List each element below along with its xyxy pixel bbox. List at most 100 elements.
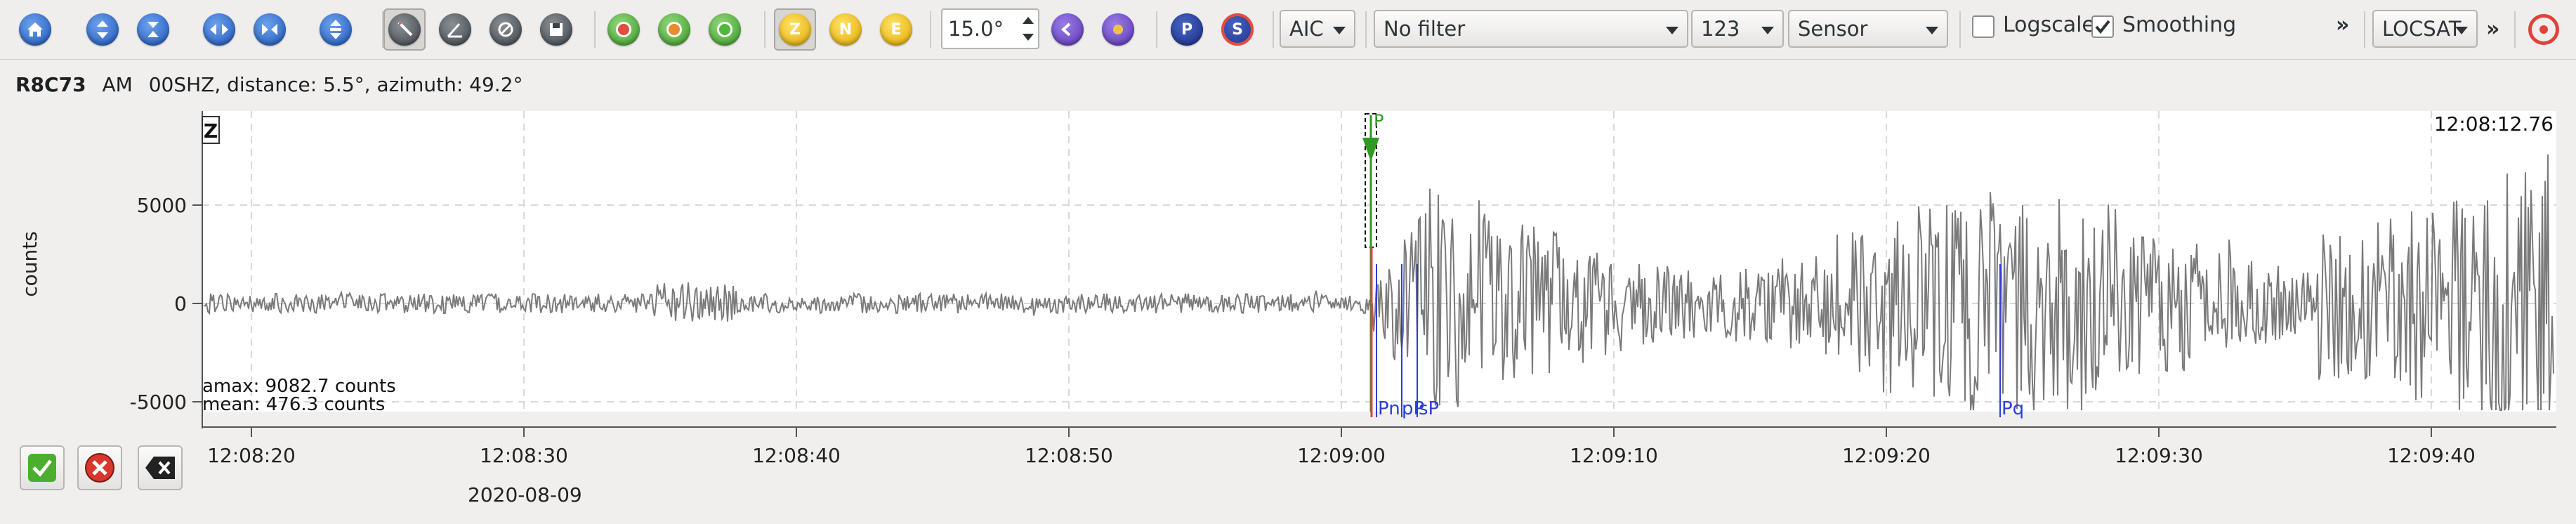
picker-method-select[interactable]: AIC (1280, 10, 1355, 48)
date-label: 2020-08-09 (468, 483, 582, 506)
x-tick-label: 12:08:30 (480, 444, 568, 467)
separator (764, 11, 765, 48)
rotate-green-icon (709, 13, 741, 46)
toolbar-overflow-button[interactable]: » (2336, 13, 2349, 37)
home-icon (19, 13, 51, 46)
seismogram-plot[interactable]: 50000-5000 12:08:20 12:08:30 12:08:40 12:08… (0, 98, 2576, 524)
pick-label-pq: Pq (2002, 398, 2024, 419)
pick-label-pn: Pn (1378, 398, 1400, 419)
locate-button[interactable] (2523, 8, 2565, 51)
zoom-in-horizontal-button[interactable] (198, 8, 240, 51)
chevron-down-icon (1333, 27, 1346, 34)
phase-s-button[interactable]: S (1216, 8, 1259, 51)
rotate-lqt-button[interactable] (704, 8, 746, 51)
x-tick-label: 12:09:10 (1570, 444, 1658, 467)
home-button[interactable] (14, 8, 56, 51)
spin-up-icon[interactable] (1023, 17, 1034, 24)
save-tool-button[interactable] (535, 8, 577, 51)
align-signal-icon (1102, 13, 1134, 46)
rotate-sensor-button[interactable] (603, 8, 645, 51)
mean-label: mean: 476.3 counts (202, 394, 385, 415)
zoom-out-vertical-button[interactable] (132, 8, 174, 51)
logscale-label: Logscale (2003, 13, 2095, 37)
trace-info: R8C73 AM 00SHZ, distance: 5.5°, azimuth:… (15, 73, 523, 96)
smoothing-checkbox[interactable] (2091, 15, 2114, 38)
separator (2364, 11, 2365, 48)
filter-tool-button[interactable] (485, 8, 527, 51)
y-axis-label: counts (18, 231, 41, 297)
pick-label-sp: sP (1419, 398, 1439, 419)
component-label: Z (204, 119, 218, 143)
distance-azimuth: distance: 5.5°, azimuth: 49.2° (227, 73, 523, 96)
reset-vertical-button[interactable] (315, 8, 357, 51)
x-tick-label: 12:09:30 (2115, 444, 2203, 467)
reject-x-icon (85, 453, 114, 483)
chevron-down-icon (1926, 27, 1938, 34)
phase-s-icon: S (1221, 13, 1254, 46)
y-tick-label: 0 (174, 292, 187, 315)
align-left-icon (1051, 13, 1084, 46)
close-button[interactable] (138, 445, 183, 490)
filter-icon (489, 13, 522, 46)
logscale-checkbox[interactable] (1972, 15, 1995, 38)
accept-button[interactable] (20, 445, 65, 490)
toolbar-overflow2-button[interactable]: » (2486, 17, 2499, 41)
component-n-icon: N (829, 13, 862, 46)
expand-horizontal-icon (203, 13, 235, 46)
expand-vertical-icon (86, 13, 119, 46)
chevron-down-icon (1761, 27, 1774, 34)
save-icon (540, 13, 572, 46)
pick-label: P (1374, 111, 1384, 131)
measure-icon (439, 13, 471, 46)
pick-tool-button[interactable] (383, 8, 426, 51)
target-icon (2528, 14, 2559, 45)
y-ticks: 5000 0 -5000 (130, 194, 202, 414)
locator-select[interactable]: LOCSAT (2372, 10, 2478, 48)
rotation-value: 15.0° (948, 17, 1004, 41)
zoom-in-vertical-button[interactable] (81, 8, 124, 51)
reject-button[interactable] (77, 445, 122, 490)
component-n-button[interactable]: N (824, 8, 867, 51)
align-left-button[interactable] (1046, 8, 1089, 51)
picker-method-value: AIC (1289, 17, 1324, 41)
smoothing-label: Smoothing (2122, 13, 2237, 37)
x-tick-label: 12:09:20 (1842, 444, 1931, 467)
reset-vertical-icon (320, 13, 352, 46)
plot-area[interactable] (202, 111, 2556, 412)
separator (594, 11, 596, 48)
channel-code: 00SHZ (148, 73, 215, 96)
trace-time-label: 12:08:12.76 (2434, 112, 2554, 136)
units-value-select[interactable]: 123 (1691, 10, 1784, 48)
units-mode-select[interactable]: Sensor (1788, 10, 1948, 48)
compress-horizontal-icon (254, 13, 286, 46)
separator (930, 11, 931, 48)
filter-select[interactable]: No filter (1374, 10, 1688, 48)
y-tick-label: 5000 (137, 194, 187, 217)
spin-down-icon[interactable] (1023, 34, 1034, 41)
y-tick-label: -5000 (130, 391, 187, 414)
x-tick-label: 12:09:00 (1297, 444, 1386, 467)
locator-value: LOCSAT (2382, 17, 2462, 41)
zoom-out-horizontal-button[interactable] (249, 8, 291, 51)
pick-icon (388, 13, 421, 46)
network-code: AM (102, 73, 133, 96)
station-code: R8C73 (15, 73, 86, 96)
rotation-spinbox[interactable]: 15.0° (941, 8, 1039, 49)
component-z-button[interactable]: Z (774, 8, 816, 51)
rotate-zne-button[interactable] (653, 8, 695, 51)
component-e-button[interactable]: E (875, 8, 917, 51)
chevron-down-icon (1666, 27, 1678, 34)
chevron-down-icon (2455, 27, 2468, 34)
info-comma: , (214, 73, 221, 96)
component-e-icon: E (880, 13, 912, 46)
x-tick-label: 12:08:40 (752, 444, 841, 467)
close-tag-icon (145, 457, 175, 479)
phase-p-button[interactable]: P (1166, 8, 1208, 51)
measure-tool-button[interactable] (434, 8, 476, 51)
x-tick-label: 12:08:50 (1025, 444, 1113, 467)
x-ticks: 12:08:20 12:08:30 12:08:40 12:08:50 12:09:00… (207, 427, 2476, 467)
separator (1365, 11, 1367, 48)
align-right-button[interactable] (1097, 8, 1139, 51)
accept-check-icon (28, 454, 56, 482)
separator (2514, 11, 2516, 48)
